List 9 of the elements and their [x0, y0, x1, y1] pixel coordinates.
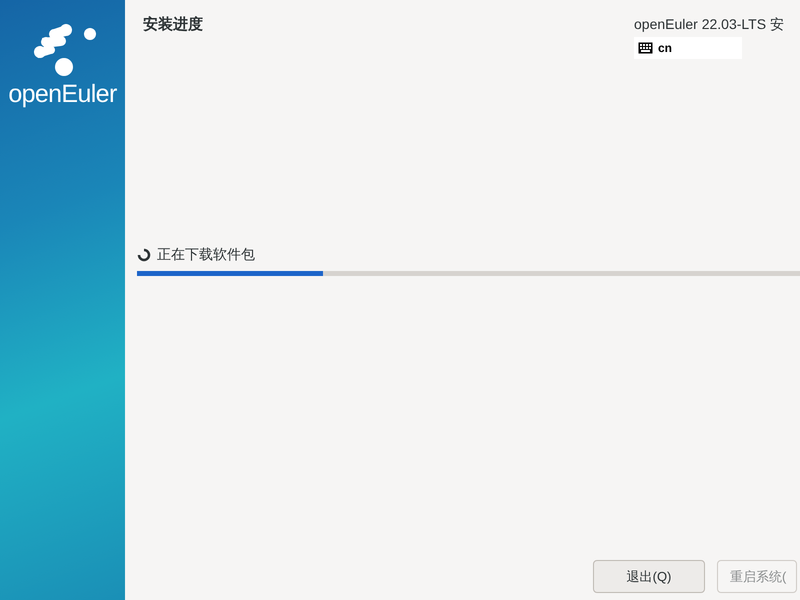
- keyboard-layout-label: cn: [658, 40, 672, 57]
- keyboard-layout-indicator[interactable]: cn: [634, 37, 742, 59]
- progress-status: 正在下载软件包: [157, 245, 255, 264]
- quit-button[interactable]: 退出(Q): [593, 560, 705, 593]
- logo-text: openEuler: [8, 82, 117, 107]
- spinner-icon: [137, 248, 151, 262]
- keyboard-icon: [638, 42, 653, 54]
- product-title: openEuler 22.03-LTS 安: [634, 15, 784, 34]
- page-title: 安装进度: [143, 15, 203, 35]
